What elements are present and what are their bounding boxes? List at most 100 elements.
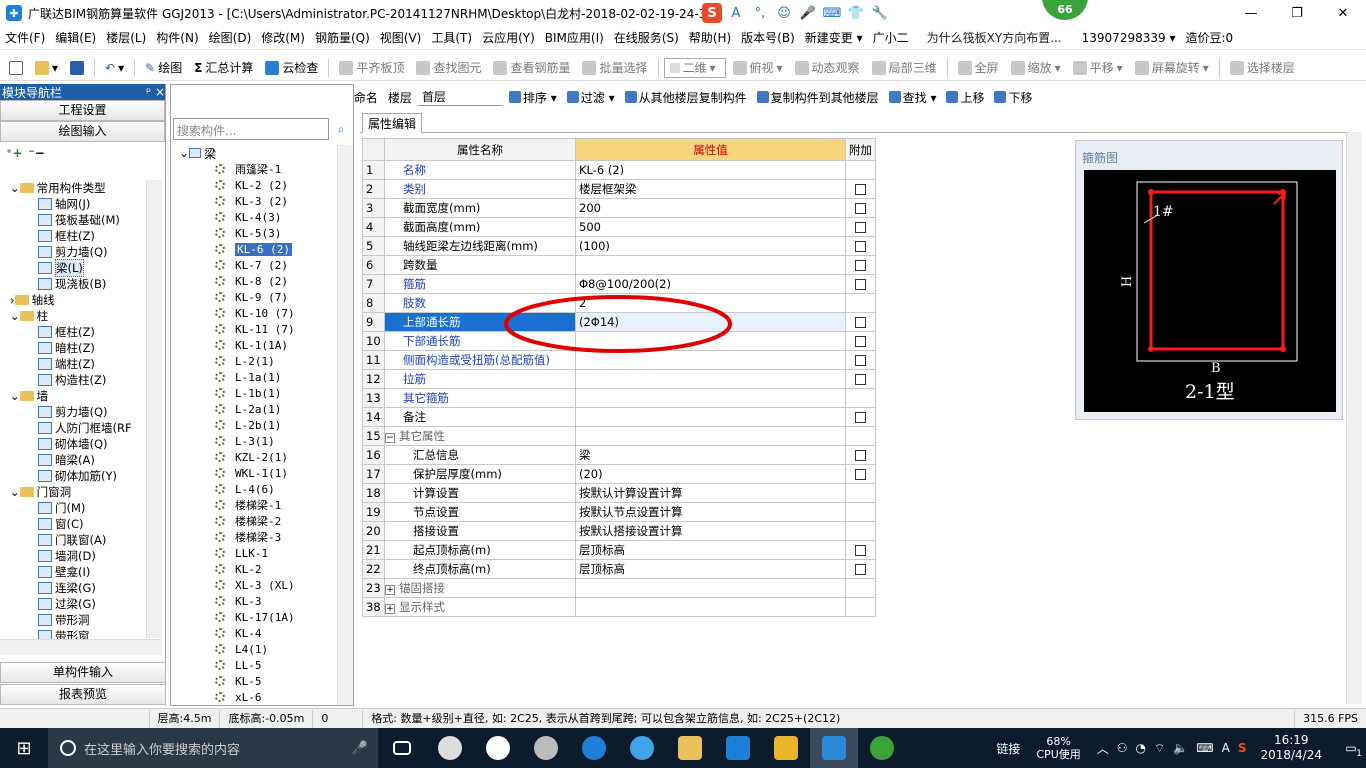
toolbar2-item-7[interactable]: 过滤 ▾ <box>563 89 619 106</box>
close-button[interactable]: ✕ <box>1320 0 1366 26</box>
property-add[interactable] <box>845 464 876 484</box>
tree-item[interactable]: 梁(L) <box>0 259 166 277</box>
property-add[interactable] <box>845 217 876 237</box>
component-list-item[interactable]: KL-3 <box>171 593 339 609</box>
component-list-item[interactable]: KL-5 <box>171 673 339 689</box>
tree-item[interactable]: 门(M) <box>0 500 166 516</box>
toolbar2-item-12[interactable]: 下移 <box>990 89 1036 106</box>
tree-item[interactable]: 过梁(G) <box>0 596 166 612</box>
add-checkbox[interactable] <box>855 222 866 233</box>
toolbar2-item-6[interactable]: 排序 ▾ <box>505 89 561 106</box>
expand-icon[interactable]: › <box>10 293 15 307</box>
property-row[interactable]: 7 箍筋 Φ8@100/200(2) <box>362 274 876 294</box>
tree-item[interactable]: 剪力墙(Q) <box>0 404 166 420</box>
property-value[interactable]: KL-6 (2) <box>575 160 846 180</box>
expand-icon[interactable]: ⌄ <box>10 389 20 403</box>
menu-item-13[interactable]: 版本号(B) <box>736 29 800 46</box>
property-row[interactable]: 1 名称 KL-6 (2) <box>362 160 876 180</box>
component-list-item[interactable]: KL-8 (2) <box>171 273 339 289</box>
property-value[interactable]: (20) <box>575 464 846 484</box>
wifi-icon[interactable]: ⌔ <box>1154 741 1165 756</box>
add-checkbox[interactable] <box>855 279 866 290</box>
tree-root[interactable]: ⌄ 梁 <box>179 145 216 161</box>
fan-app-icon[interactable] <box>426 728 474 768</box>
dynamic-view-button[interactable]: 动态观察 <box>790 59 865 76</box>
component-list-item[interactable]: L-3(1) <box>171 433 339 449</box>
property-row[interactable]: 22 终点顶标高(m) 层顶标高 <box>362 559 876 579</box>
property-value[interactable]: 层顶标高 <box>575 540 846 560</box>
tree-folder[interactable]: › 轴线 <box>0 292 166 308</box>
component-list-item[interactable]: KL-3 (2) <box>171 193 339 209</box>
property-value[interactable]: 梁 <box>575 445 846 465</box>
property-value[interactable]: 按默认计算设置计算 <box>575 483 846 503</box>
property-value[interactable] <box>575 388 846 408</box>
property-add[interactable] <box>845 274 876 294</box>
toolbar2-item-4[interactable]: 楼层 <box>384 89 416 106</box>
undo-icon[interactable]: ↶ ▾ <box>100 61 129 75</box>
menu-item-8[interactable]: 工具(T) <box>426 29 477 46</box>
property-value[interactable]: 楼层框架梁 <box>575 179 846 199</box>
menu-item-10[interactable]: BIM应用(I) <box>540 29 609 46</box>
menu-item-12[interactable]: 帮助(H) <box>684 29 736 46</box>
property-row[interactable]: 14 备注 <box>362 407 876 427</box>
property-value[interactable] <box>575 369 846 389</box>
component-list-item[interactable]: LLK-1 <box>171 545 339 561</box>
volume-icon[interactable]: 🔈 <box>1173 741 1188 755</box>
property-add[interactable] <box>845 331 876 351</box>
lang-indicator[interactable]: A <box>1222 741 1230 755</box>
ie-icon[interactable] <box>570 728 618 768</box>
property-add[interactable] <box>845 255 876 275</box>
view-mode-select[interactable]: 二维 ▾ <box>663 57 726 78</box>
property-row[interactable]: 13 其它箍筋 <box>362 388 876 408</box>
tree-item[interactable]: 壁龛(I) <box>0 564 166 580</box>
add-checkbox[interactable] <box>855 412 866 423</box>
zoom-button[interactable]: 缩放 ▾ <box>1006 59 1066 76</box>
property-value[interactable]: 按默认节点设置计算 <box>575 502 846 522</box>
edge-icon[interactable] <box>474 728 522 768</box>
wrench-icon[interactable]: 🔧 <box>870 3 890 23</box>
component-list-item[interactable]: 楼梯梁-3 <box>171 529 339 545</box>
property-value[interactable] <box>575 578 846 598</box>
tree-item[interactable]: 剪力墙(Q) <box>0 244 166 260</box>
clock[interactable]: 16:19 2018/4/24 <box>1260 733 1322 763</box>
tree-item[interactable]: 轴网(J) <box>0 196 166 212</box>
component-list-item[interactable]: WKL-1(1) <box>171 465 339 481</box>
ggj-app-icon[interactable] <box>810 728 858 768</box>
tree-item[interactable]: 窗(C) <box>0 516 166 532</box>
emoji-icon[interactable]: ☺ <box>774 3 794 23</box>
component-list-item[interactable]: KL-7 (2) <box>171 257 339 273</box>
property-row[interactable]: 5 轴线距梁左边线距离(mm) (100) <box>362 236 876 256</box>
tree-item[interactable]: 端柱(Z) <box>0 356 166 372</box>
rotate-button[interactable]: 屏幕旋转 ▾ <box>1130 59 1214 76</box>
task-view-icon[interactable] <box>378 728 426 768</box>
component-list-item[interactable]: KL-2 <box>171 561 339 577</box>
save-icon[interactable] <box>65 60 89 75</box>
add-checkbox[interactable] <box>855 450 866 461</box>
property-add[interactable] <box>845 407 876 427</box>
sogou-icon[interactable]: S <box>702 3 722 23</box>
property-value[interactable] <box>575 407 846 427</box>
menu-item-16[interactable]: 为什么筏板XY方向布置... <box>922 29 1067 46</box>
tree-item[interactable]: 现浇板(B) <box>0 276 166 292</box>
property-row[interactable]: 17 保护层厚度(mm) (20) <box>362 464 876 484</box>
mic-icon[interactable]: 🎤 <box>352 741 368 756</box>
toolbar2-item-5[interactable]: 首层 <box>417 88 503 106</box>
expand-collapse-icons[interactable]: ⁺+ ⁻− <box>0 142 165 164</box>
component-list-item[interactable]: 雨篷梁-1 <box>171 161 339 177</box>
people-icon[interactable]: ⚇ <box>1117 741 1128 755</box>
property-row[interactable]: 12 拉筋 <box>362 369 876 389</box>
batch-select-button[interactable]: 批量选择 <box>577 59 652 76</box>
tree-folder[interactable]: ⌄ 柱 <box>0 308 166 324</box>
tree-item[interactable]: 人防门框墙(RF <box>0 420 166 436</box>
green-app-icon[interactable] <box>858 728 906 768</box>
tree-item[interactable]: 连梁(G) <box>0 580 166 596</box>
app-icon-2[interactable] <box>522 728 570 768</box>
component-list-item[interactable]: KL-17(1A) <box>171 609 339 625</box>
tree-item[interactable]: 墙洞(D) <box>0 548 166 564</box>
component-list-item[interactable]: LL-5 <box>171 657 339 673</box>
tree-item[interactable]: 砌体加筋(Y) <box>0 468 166 484</box>
sogou-tray-icon[interactable]: S <box>1238 741 1247 755</box>
tree-item[interactable]: 暗梁(A) <box>0 452 166 468</box>
property-add[interactable] <box>845 445 876 465</box>
tree-item[interactable]: 门联窗(A) <box>0 532 166 548</box>
